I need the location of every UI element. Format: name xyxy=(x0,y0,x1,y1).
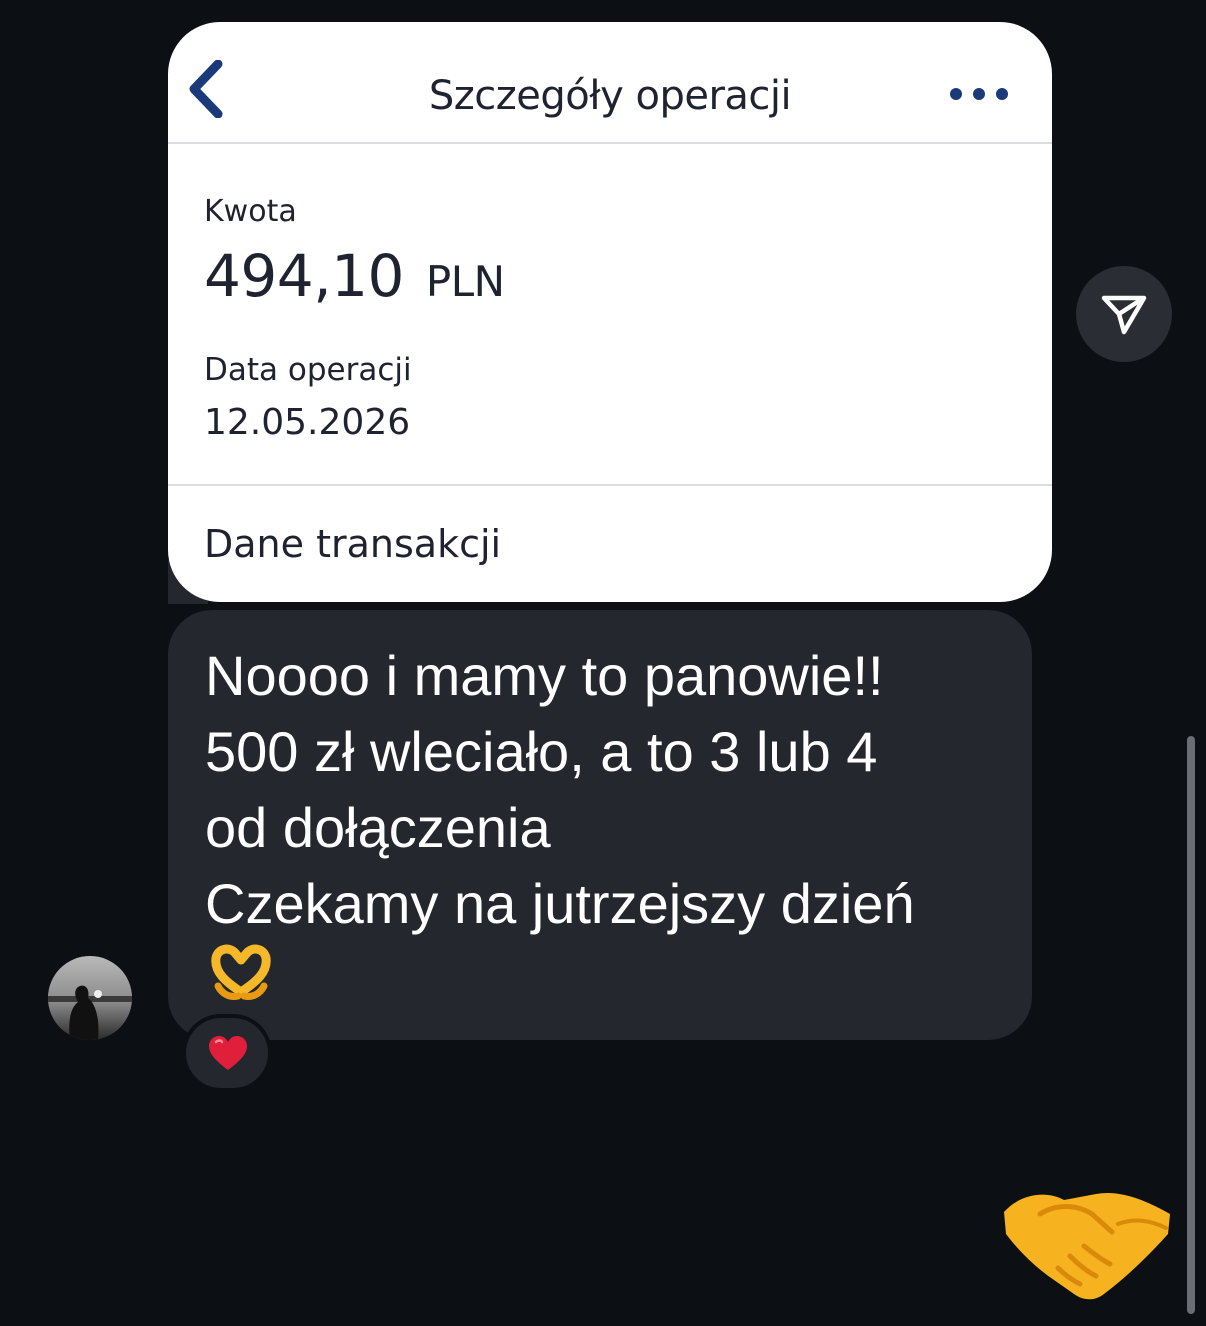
date-label: Data operacji xyxy=(204,352,412,388)
message-bubble[interactable]: Noooo i mamy to panowie!! 500 zł wleciał… xyxy=(168,610,1032,1040)
amount-number: 494,10 xyxy=(204,242,404,310)
divider xyxy=(168,484,1052,486)
date-value: 12.05.2026 xyxy=(204,402,411,443)
card-title: Szczegóły operacji xyxy=(428,73,792,119)
avatar[interactable] xyxy=(48,956,132,1040)
avatar-image xyxy=(48,956,132,1040)
send-button[interactable] xyxy=(1076,266,1172,362)
red-heart-icon xyxy=(209,1036,247,1070)
card-header: Szczegóły operacji xyxy=(168,22,1052,142)
handshake-emoji[interactable] xyxy=(1000,1184,1174,1304)
heart-hands-emoji xyxy=(211,944,271,1000)
divider xyxy=(168,142,1052,144)
amount-currency: PLN xyxy=(425,257,505,306)
message-text: Noooo i mamy to panowie!! 500 zł wleciał… xyxy=(205,644,915,935)
ellipsis-icon[interactable] xyxy=(950,84,1010,104)
heart-reaction[interactable] xyxy=(182,1014,272,1092)
shared-screenshot-card[interactable]: Szczegóły operacji Kwota 494,10 PLN Data… xyxy=(168,22,1052,602)
amount-label: Kwota xyxy=(204,194,297,229)
scrollbar[interactable] xyxy=(1187,736,1195,1314)
transaction-details-section[interactable]: Dane transakcji xyxy=(204,522,501,566)
amount-value: 494,10 PLN xyxy=(204,242,505,310)
send-icon xyxy=(1101,295,1147,335)
